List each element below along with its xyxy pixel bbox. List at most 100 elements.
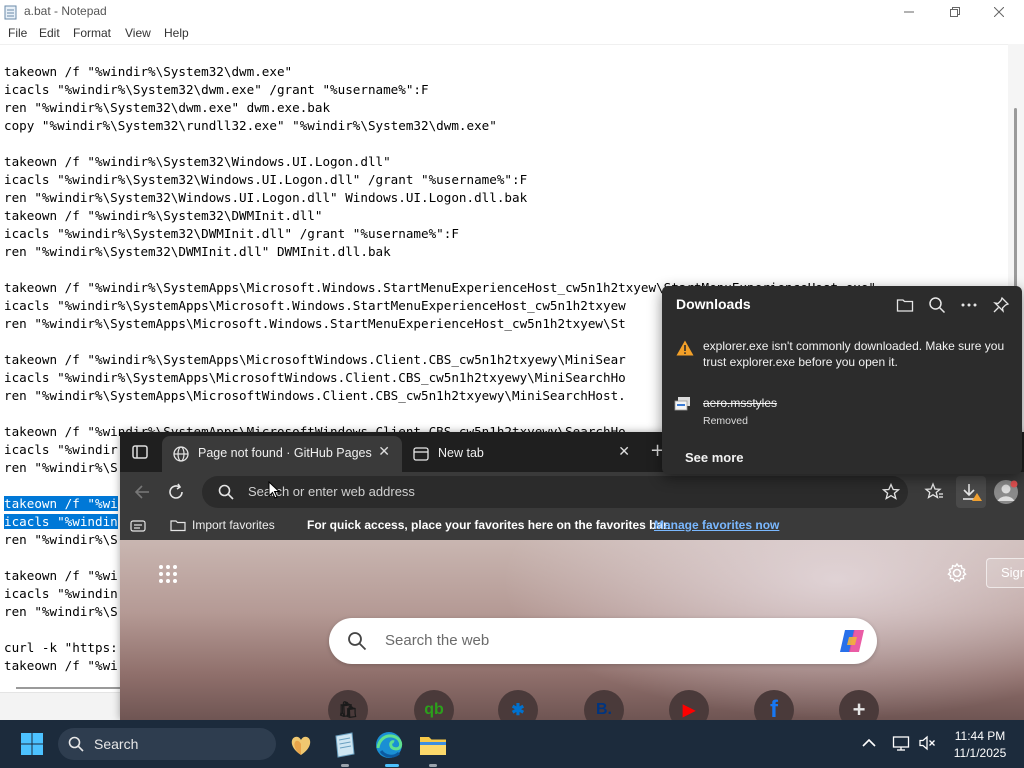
text-line-content: ren "%windir%\System32\DWMInit.dll" DWMI… [4,244,391,259]
edge-window: Page not found · GitHub Pages ✕ New tab … [120,432,1024,720]
network-icon[interactable] [892,734,910,752]
sign-in-label: Sign [1001,565,1024,580]
manage-favorites-link[interactable]: Manage favorites now [654,518,779,532]
text-line-content: icacls "%windir%\System32\Windows.UI.Log… [4,172,528,187]
maximize-button[interactable] [932,0,978,24]
back-arrow-icon[interactable] [132,482,152,502]
taskbar-search[interactable]: Search [58,728,276,760]
desktop: a.bat - Notepad File Edit Format View He… [0,0,1024,768]
menu-help[interactable]: Help [164,26,189,40]
menu-edit[interactable]: Edit [39,26,60,40]
favorites-icon[interactable] [924,482,944,502]
new-tab-page-icon [413,447,429,461]
import-favorites-button[interactable]: Import favorites [170,517,290,535]
close-tab-icon[interactable]: ✕ [618,444,630,460]
text-line-content: ren "%windir%\S [4,460,118,475]
close-icon [994,7,1004,17]
text-line-content: ren "%windir%\S [4,532,118,547]
restore-icon [950,7,960,17]
search-icon [348,632,367,651]
favorites-collection-icon[interactable] [130,519,146,533]
quick-link-tile[interactable]: + [839,690,879,720]
copilot-icon[interactable] [837,627,867,655]
minimize-button[interactable] [886,0,932,24]
speaker-muted-icon[interactable] [918,734,936,752]
mouse-cursor-icon [268,481,280,499]
text-line-content: takeown /f "%windir%\System32\Windows.UI… [4,154,391,169]
globe-icon [173,446,189,462]
text-line: icacls "%windir%\System32\dwm.exe" /gran… [4,81,876,99]
quick-link-tile[interactable]: qb [414,690,454,720]
more-options-icon[interactable] [960,296,978,314]
quick-link-tile[interactable]: 🛍 [328,690,368,720]
file-explorer-icon[interactable] [416,728,450,762]
download-file-name[interactable]: aero.msstyles [703,396,777,410]
menu-view[interactable]: View [125,26,151,40]
quick-link-icon: B. [596,701,612,718]
browser-toolbar: Search or enter web address [120,472,1024,512]
tab-github-pages[interactable]: Page not found · GitHub Pages ✕ [162,436,402,472]
text-line-content: takeown /f "%wi [4,658,118,673]
downloads-flyout: Downloads explorer.exe isn't commonly do… [662,286,1022,474]
text-line-content: icacls "%windir%\System32\dwm.exe" /gran… [4,82,429,97]
download-warning-icon [963,484,982,501]
text-line-content: icacls "%windir [4,442,118,457]
windows-start-icon[interactable] [20,732,44,756]
file-icon [674,397,690,411]
notepad-titlebar[interactable]: a.bat - Notepad [0,0,1024,24]
pin-icon[interactable] [992,296,1010,314]
menu-format[interactable]: Format [73,26,111,40]
text-line: ren "%windir%\System32\DWMInit.dll" DWMI… [4,243,876,261]
downloads-title: Downloads [676,296,751,312]
add-favorite-star-icon[interactable] [882,483,900,501]
app-launcher-icon[interactable] [158,564,178,584]
text-line [4,261,876,279]
horizontal-scroll-thumb[interactable] [16,687,120,689]
widgets-icon[interactable] [284,728,318,762]
quick-link-tile[interactable]: ▶ [669,690,709,720]
text-line-content: icacls "%windir%\System32\DWMInit.dll" /… [4,226,459,241]
profile-avatar[interactable] [994,480,1018,504]
folder-icon [170,520,186,532]
text-line-content: takeown /f "%wi [4,568,118,583]
tab-label: New tab [438,446,484,460]
refresh-icon[interactable] [166,482,186,502]
quick-link-icon: + [852,697,866,720]
text-line: ren "%windir%\System32\dwm.exe" dwm.exe.… [4,99,876,117]
downloads-button[interactable] [956,476,986,508]
close-button[interactable] [976,0,1022,24]
quick-link-tile[interactable]: ✱ [498,690,538,720]
open-folder-icon[interactable] [896,296,914,314]
text-line: takeown /f "%windir%\System32\dwm.exe" [4,63,876,81]
quick-link-tile[interactable]: B. [584,690,624,720]
text-line-content: takeown /f "%wi [4,496,118,511]
search-icon[interactable] [928,296,946,314]
edge-browser-icon[interactable] [372,728,406,762]
sign-in-button[interactable]: Sign [986,558,1024,588]
text-line-content: takeown /f "%windir%\System32\DWMInit.dl… [4,208,323,223]
vertical-scroll-thumb[interactable] [1014,108,1017,288]
download-file-status: Removed [703,415,748,427]
tab-actions-icon[interactable] [130,442,150,462]
quick-link-tile[interactable]: f [754,690,794,720]
notepad-menubar: File Edit Format View Help [0,24,1024,44]
text-line-content: ren "%windir%\SystemApps\Microsoft.Windo… [4,316,626,331]
menu-file[interactable]: File [8,26,27,40]
running-indicator [341,764,349,767]
text-line-content: ren "%windir%\S [4,604,118,619]
web-search-box[interactable]: Search the web [329,618,877,664]
new-tab-page: Sign Search the web 🛍 qb ✱ B. ▶ f + [120,540,1024,720]
gear-icon[interactable] [946,562,968,584]
web-search-placeholder: Search the web [385,632,490,649]
notepad-taskbar-icon[interactable] [328,728,362,762]
clock-time[interactable]: 11:44 PM [944,729,1016,743]
chevron-up-icon[interactable] [860,734,878,752]
text-line-content: ren "%windir%\System32\dwm.exe" dwm.exe.… [4,100,331,115]
text-line-content: ren "%windir%\System32\Windows.UI.Logon.… [4,190,528,205]
quick-link-icon: ✱ [511,702,525,719]
tab-new-tab[interactable]: New tab ✕ [402,436,642,472]
see-more-link[interactable]: See more [685,450,744,465]
close-tab-icon[interactable]: ✕ [378,444,390,460]
clock-date[interactable]: 11/1/2025 [944,746,1016,760]
address-bar[interactable]: Search or enter web address [202,476,908,508]
